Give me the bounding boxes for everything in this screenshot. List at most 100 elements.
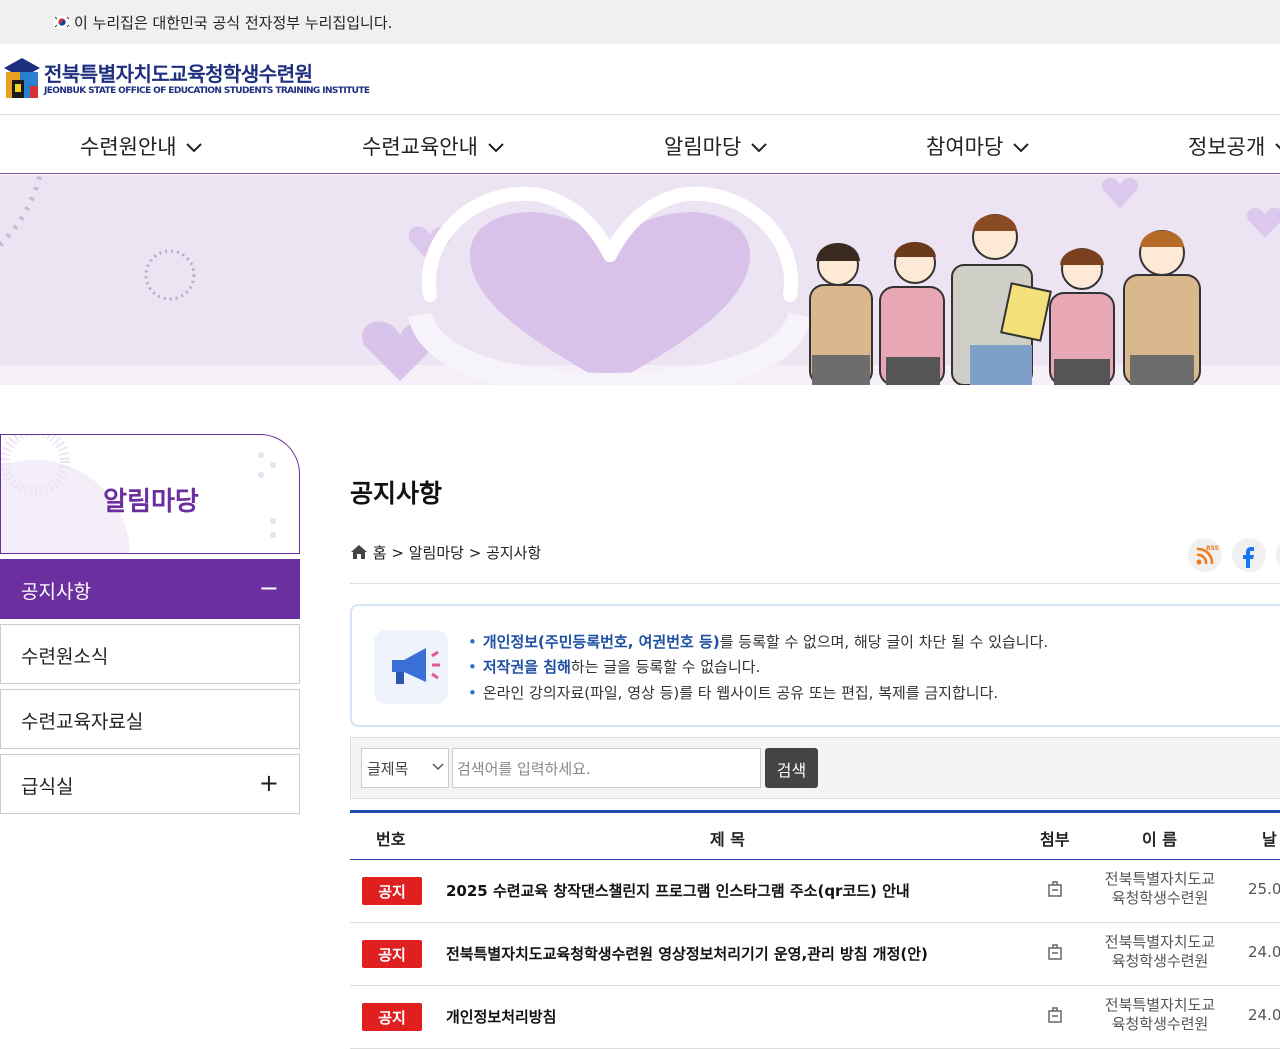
gov-banner-text: 이 누리집은 대한민국 공식 전자정부 누리집입니다.: [74, 14, 393, 32]
author-line: 전북특별자치도교: [1104, 870, 1216, 888]
gnb-item-notice-board[interactable]: 알림마당: [664, 131, 768, 161]
table-header: 번호 제 목 첨부 이 름 날: [350, 813, 1280, 860]
notice-text: 를 등록할 수 없으며, 해당 글이 차단 될 수 있습니다.: [719, 633, 1049, 651]
chevron-down-icon: [487, 143, 504, 153]
column-number: 번호: [376, 830, 406, 849]
breadcrumb-home[interactable]: 홈: [373, 544, 387, 562]
bullet-icon: •: [468, 658, 477, 676]
main-navigation: 수련원안내 수련교육안내 알림마당 참여마당 정보공개: [0, 114, 1280, 174]
page-title: 공지사항: [350, 479, 443, 508]
attachment-icon[interactable]: [1047, 880, 1063, 898]
gov-banner: 이 누리집은 대한민국 공식 전자정부 누리집입니다.: [0, 0, 1280, 44]
notice-badge: 공지: [362, 877, 422, 905]
sidebar-item-cafeteria[interactable]: 급식실 +: [0, 754, 300, 814]
notice-strong: 개인정보(주민등록번호, 여권번호 등): [482, 633, 720, 651]
post-date: 25.0: [1248, 880, 1280, 898]
table-row[interactable]: 공지 2025 수련교육 창작댄스챌린지 프로그램 인스타그램 주소(qr코드)…: [350, 860, 1280, 923]
hero-banner: [0, 175, 1280, 385]
attachment-icon[interactable]: [1047, 1006, 1063, 1024]
post-author: 전북특별자치도교 육청학생수련원: [1090, 933, 1230, 971]
sidebar-item-resources[interactable]: 수련교육자료실: [0, 689, 300, 749]
sidebar-header: 알림마당: [0, 434, 300, 554]
posting-notice-box: • 개인정보(주민등록번호, 여권번호 등)를 등록할 수 없으며, 해당 글이 …: [350, 604, 1280, 727]
sidebar-item-label: 수련교육자료실: [21, 711, 144, 733]
gnb-item-education-info[interactable]: 수련교육안내: [362, 131, 505, 161]
institute-logo-icon[interactable]: [2, 58, 42, 102]
author-line: 전북특별자치도교: [1104, 933, 1216, 951]
notice-text: 하는 글을 등록할 수 없습니다.: [570, 658, 761, 676]
search-select-value: 글제목: [367, 760, 409, 778]
sidebar-item-notice[interactable]: 공지사항 −: [0, 559, 300, 619]
post-title-link[interactable]: 전북특별자치도교육청학생수련원 영상정보처리기기 운영,관리 방침 개정(안): [446, 943, 928, 964]
notice-text: 온라인 강의자료(파일, 영상 등)를 타 웹사이트 공유 또는 편집, 복제를…: [482, 684, 999, 702]
breadcrumb-level2: 공지사항: [486, 544, 542, 562]
post-author: 전북특별자치도교 육청학생수련원: [1090, 870, 1230, 908]
column-title: 제 목: [710, 830, 746, 849]
divider: [350, 583, 1280, 584]
gnb-label: 알림마당: [664, 135, 742, 159]
notice-privacy: • 개인정보(주민등록번호, 여권번호 등)를 등록할 수 없으며, 해당 글이 …: [468, 631, 1048, 652]
post-author: 전북특별자치도교 육청학생수련원: [1090, 996, 1230, 1034]
notice-strong: 저작권을 침해: [482, 658, 571, 676]
sidebar-title: 알림마당: [103, 487, 199, 517]
korea-flag-icon: [53, 14, 71, 30]
chevron-down-icon: [186, 143, 203, 153]
gnb-label: 수련교육안내: [362, 135, 478, 159]
breadcrumb-separator: >: [391, 544, 404, 562]
chevron-down-icon: [1275, 143, 1280, 150]
gnb-label: 수련원안내: [80, 135, 177, 159]
notice-badge: 공지: [362, 1003, 422, 1031]
gnb-item-disclosure[interactable]: 정보공개: [1188, 131, 1280, 161]
gnb-item-participation[interactable]: 참여마당: [926, 131, 1030, 161]
logo-subtitle: JEONBUK STATE OFFICE OF EDUCATION STUDEN…: [44, 86, 370, 96]
post-date: 24.0: [1248, 1006, 1280, 1024]
minus-icon: −: [258, 574, 279, 602]
plus-icon: +: [258, 769, 279, 797]
home-icon[interactable]: [350, 544, 368, 560]
notice-lecture: • 온라인 강의자료(파일, 영상 등)를 타 웹사이트 공유 또는 편집, 복제…: [468, 682, 998, 703]
search-field-select[interactable]: 글제목: [361, 748, 449, 788]
attachment-icon[interactable]: [1047, 943, 1063, 961]
post-title-link[interactable]: 2025 수련교육 창작댄스챌린지 프로그램 인스타그램 주소(qr코드) 안내: [446, 880, 910, 901]
chevron-down-icon: [751, 143, 767, 153]
table-row[interactable]: 공지 전북특별자치도교육청학생수련원 영상정보처리기기 운영,관리 방침 개정(…: [350, 923, 1280, 986]
rss-icon: RSS: [1196, 545, 1219, 565]
notice-badge: 공지: [362, 940, 422, 968]
gnb-label: 정보공개: [1188, 135, 1266, 159]
breadcrumb-separator: >: [468, 544, 482, 562]
table-row[interactable]: 공지 개인정보처리방침 전북특별자치도교 육청학생수련원 24.0: [350, 986, 1280, 1049]
hero-illustration: [0, 175, 1280, 385]
column-name: 이 름: [1142, 830, 1178, 849]
sidebar-item-label: 급식실: [21, 776, 74, 798]
gnb-item-training-info[interactable]: 수련원안내: [80, 131, 203, 161]
column-date: 날: [1262, 830, 1277, 849]
bullet-icon: •: [468, 633, 477, 651]
author-line: 전북특별자치도교: [1104, 996, 1216, 1014]
logo-title[interactable]: 전북특별자치도교육청학생수련원: [44, 58, 313, 87]
sidebar-item-news[interactable]: 수련원소식: [0, 624, 300, 684]
search-input[interactable]: 검색어를 입력하세요.: [452, 748, 761, 788]
author-line: 육청학생수련원: [1111, 1015, 1209, 1033]
bullet-icon: •: [468, 684, 477, 702]
facebook-icon: [1243, 547, 1254, 568]
search-area: 글제목 검색어를 입력하세요. 검색: [350, 737, 1280, 799]
author-line: 육청학생수련원: [1111, 952, 1209, 970]
author-line: 육청학생수련원: [1111, 889, 1209, 907]
facebook-button[interactable]: [1232, 538, 1266, 572]
sidebar-item-label: 수련원소식: [21, 646, 109, 668]
notice-table: 번호 제 목 첨부 이 름 날 공지 2025 수련교육 창작댄스챌린지 프로그…: [350, 810, 1280, 1049]
sidebar-item-label: 공지사항: [21, 581, 91, 603]
notice-copyright: • 저작권을 침해하는 글을 등록할 수 없습니다.: [468, 656, 760, 677]
search-button[interactable]: 검색: [765, 748, 818, 788]
megaphone-icon: [374, 630, 448, 704]
column-attachment: 첨부: [1040, 830, 1070, 849]
rss-label: RSS: [1206, 545, 1219, 552]
breadcrumb: 홈 > 알림마당 > 공지사항: [350, 542, 541, 563]
share-button[interactable]: [1276, 538, 1280, 572]
chevron-down-icon: [432, 763, 444, 771]
gnb-label: 참여마당: [926, 135, 1004, 159]
post-date: 24.0: [1248, 943, 1280, 961]
chevron-down-icon: [1013, 143, 1029, 153]
breadcrumb-level1[interactable]: 알림마당: [409, 544, 464, 562]
rss-button[interactable]: RSS: [1188, 538, 1222, 572]
